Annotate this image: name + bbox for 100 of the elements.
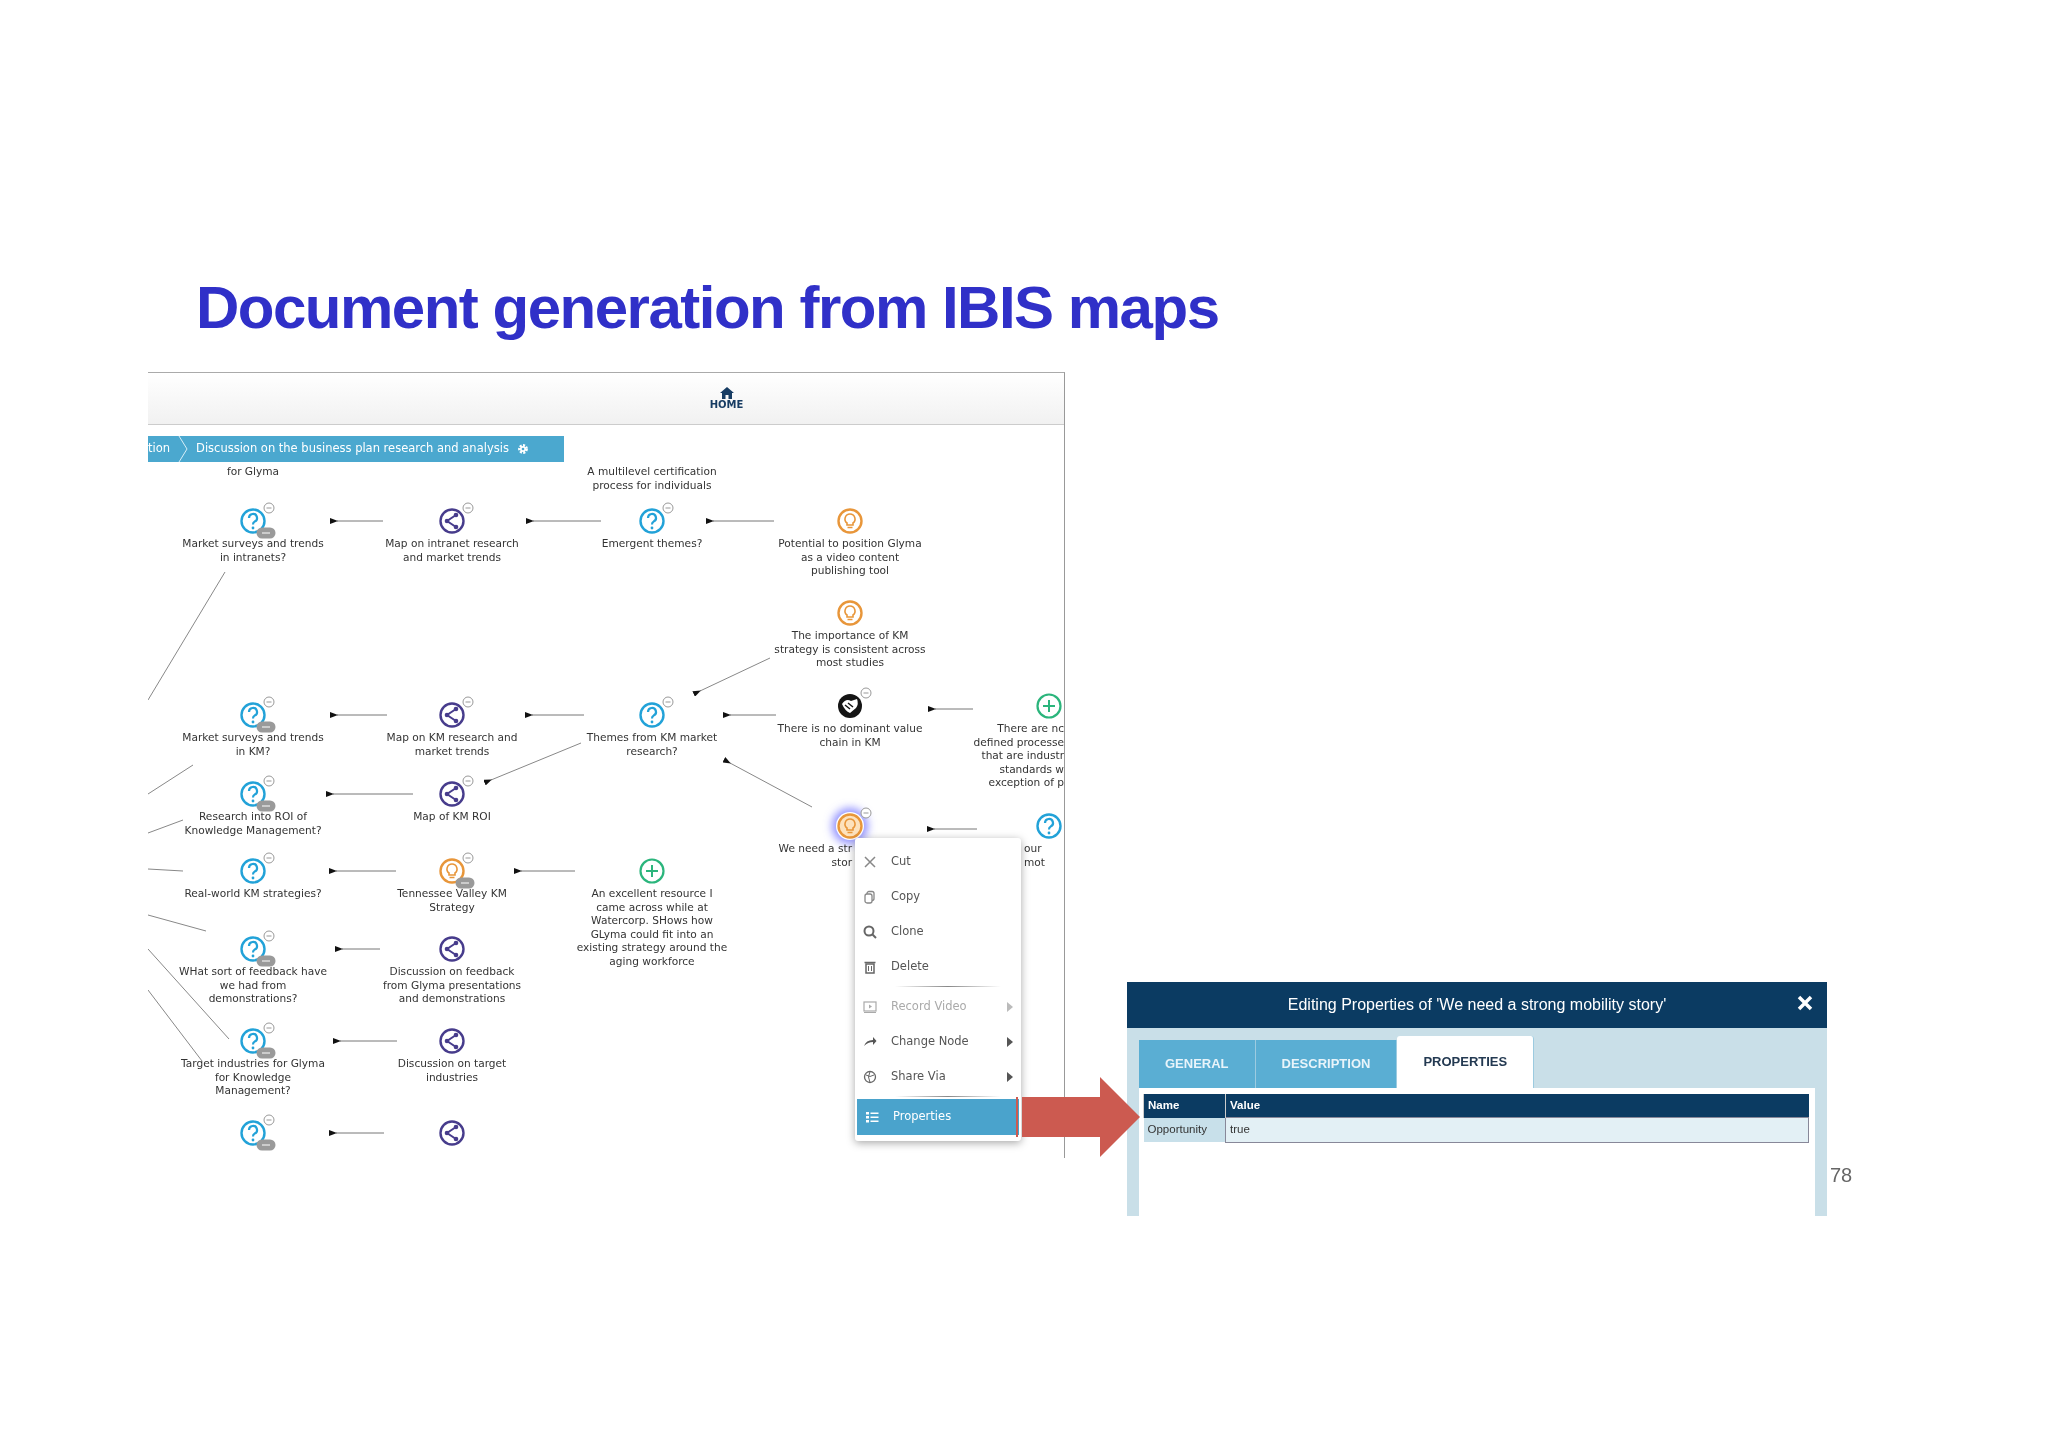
question-node-icon[interactable] [239, 701, 267, 729]
connector-arrow [514, 868, 576, 874]
question-node-icon[interactable] [638, 701, 666, 729]
magnifier-icon [863, 924, 877, 939]
question-node-icon[interactable] [239, 1027, 267, 1055]
connector-arrow [329, 868, 397, 874]
menu-item[interactable]: Delete [855, 949, 1021, 984]
home-button[interactable]: HOME [705, 373, 748, 424]
connector-line [148, 914, 207, 932]
attachment-icon[interactable] [256, 527, 276, 539]
node-label: Real-world KM strategies? [184, 887, 322, 901]
dialog-title: Editing Properties of 'We need a strong mobility story' [1287, 995, 1667, 1015]
node-label: There is no dominant value chain in KM [777, 722, 923, 749]
column-header: Name [1143, 1094, 1226, 1118]
plus-node-icon[interactable] [638, 857, 666, 885]
plus-node-icon[interactable] [1035, 692, 1063, 720]
node-label: Map on KM research and market trends [386, 731, 518, 758]
connector-arrow [330, 712, 388, 718]
menu-item[interactable]: Share Via [855, 1059, 1021, 1094]
connector-line [148, 764, 194, 795]
connector-arrow [335, 946, 381, 952]
attachment-icon[interactable] [455, 877, 475, 889]
node-label: our mot [1024, 842, 1046, 869]
scissors-icon [863, 854, 877, 869]
breadcrumb-separator-icon [178, 436, 189, 462]
question-node-icon[interactable] [239, 507, 267, 535]
node-label: Market surveys and trends in intranets? [182, 537, 324, 564]
menu-item[interactable]: Change Node [855, 1024, 1021, 1059]
collapse-icon[interactable] [860, 807, 872, 819]
page-number: 78 [1830, 1163, 1853, 1188]
menu-item[interactable]: Cut [855, 844, 1021, 879]
collapse-icon[interactable] [462, 775, 474, 787]
lightbulb-node-icon[interactable] [836, 599, 864, 627]
connector-arrow [927, 826, 978, 832]
question-node-icon[interactable] [239, 780, 267, 808]
video-icon [863, 999, 877, 1014]
settings-icon[interactable] [516, 443, 529, 455]
menu-item[interactable]: Clone [855, 914, 1021, 949]
collapse-icon[interactable] [462, 502, 474, 514]
column-header: Value [1225, 1094, 1809, 1118]
dialog-tab[interactable]: PROPERTIES [1397, 1036, 1535, 1088]
connector-arrow [723, 712, 777, 718]
attachment-icon[interactable] [256, 721, 276, 733]
menu-item[interactable]: Copy [855, 879, 1021, 914]
connector-arrow [928, 706, 974, 712]
attachment-icon[interactable] [256, 1139, 276, 1151]
trash-icon [863, 959, 877, 974]
collapse-icon[interactable] [462, 852, 474, 864]
lightbulb-node-icon[interactable] [836, 812, 864, 840]
collapse-icon[interactable] [263, 1022, 275, 1034]
collapse-icon[interactable] [263, 1114, 275, 1126]
share-node-icon[interactable] [438, 1119, 466, 1147]
node-label: Target industries for Glyma for Knowledge Management? [181, 1057, 325, 1098]
close-icon [1797, 995, 1813, 1011]
node-label: Market surveys and trends in KM? [182, 731, 324, 758]
copy-icon [863, 889, 877, 904]
node-label: Map on intranet research and market trends [385, 537, 519, 564]
lightbulb-node-icon[interactable] [836, 507, 864, 535]
node-label: An excellent resource I came across while at Watercorp. SHows how GLyma could fit into an existing strategy around the aging workforce [576, 887, 728, 968]
collapse-icon[interactable] [263, 502, 275, 514]
question-node-icon[interactable] [239, 935, 267, 963]
connector-arrow [706, 518, 775, 524]
collapse-icon[interactable] [462, 696, 474, 708]
connector-line [148, 819, 184, 834]
share-node-icon[interactable] [438, 935, 466, 963]
value-field[interactable]: true [1225, 1117, 1809, 1142]
close-button[interactable] [1797, 995, 1813, 1011]
collapse-icon[interactable] [263, 696, 275, 708]
share-node-icon[interactable] [438, 507, 466, 535]
node-label: for Glyma [226, 465, 280, 479]
attachment-icon[interactable] [256, 1047, 276, 1059]
attachment-icon[interactable] [256, 955, 276, 967]
node-label: Tennessee Valley KM Strategy [397, 887, 507, 914]
collapse-icon[interactable] [662, 696, 674, 708]
collapse-icon[interactable] [263, 852, 275, 864]
question-node-icon[interactable] [638, 507, 666, 535]
collapse-icon[interactable] [662, 502, 674, 514]
share-node-icon[interactable] [438, 701, 466, 729]
question-node-icon[interactable] [1035, 812, 1063, 840]
list-icon [865, 1110, 879, 1124]
share-node-icon[interactable] [438, 780, 466, 808]
table-cell: Opportunity [1143, 1117, 1226, 1142]
globe-icon [863, 1069, 877, 1084]
node-label: Discussion on feedback from Glyma presentations and demonstrations [382, 965, 522, 1006]
node-label: Discussion on target industries [397, 1057, 507, 1084]
node-label: There are nc defined processe that are industr standards w exception of p [973, 722, 1064, 790]
node-label: Research into ROI of Knowledge Management? [184, 810, 322, 837]
node-label: Map of KM ROI [413, 810, 491, 824]
lightbulb-node-icon[interactable] [438, 857, 466, 885]
question-node-icon[interactable] [239, 857, 267, 885]
collapse-icon[interactable] [263, 775, 275, 787]
collapse-icon[interactable] [860, 687, 872, 699]
collapse-icon[interactable] [263, 930, 275, 942]
node-label: The importance of KM strategy is consistent across most studies [774, 629, 926, 670]
node-label: We need a str stor [778, 842, 852, 869]
attachment-icon[interactable] [256, 800, 276, 812]
share-node-icon[interactable] [438, 1027, 466, 1055]
question-node-icon[interactable] [239, 1119, 267, 1147]
connector-line [148, 868, 184, 872]
connector-arrow [329, 1130, 385, 1136]
